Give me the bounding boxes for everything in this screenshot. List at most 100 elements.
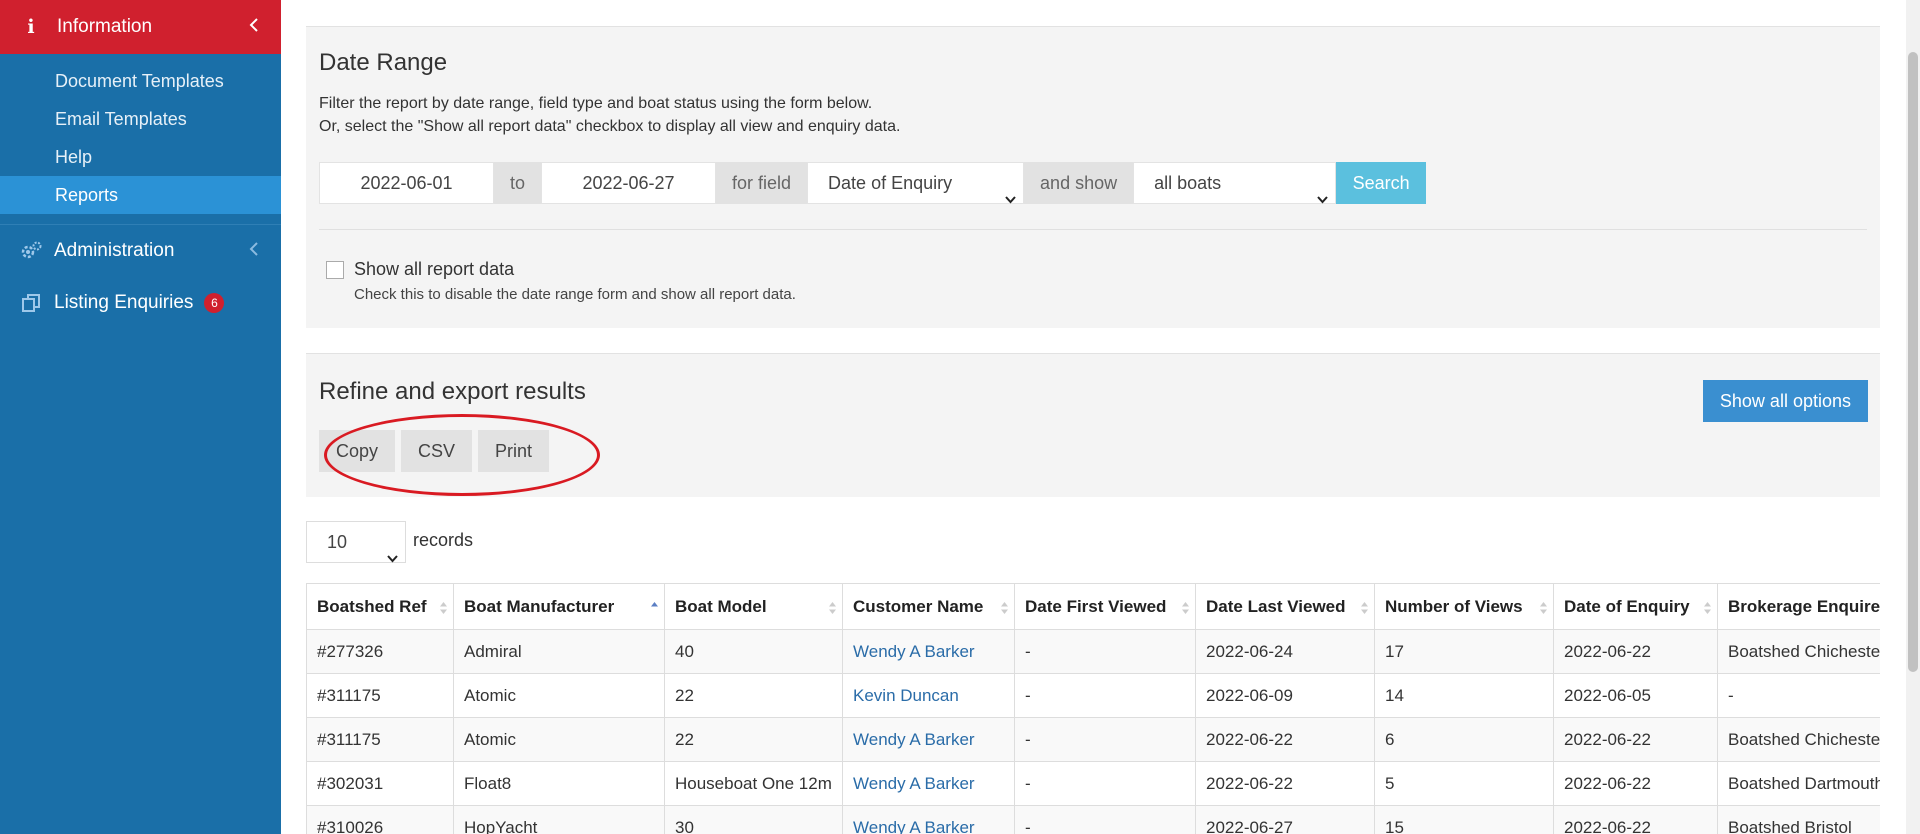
table-header-row: Boatshed Ref Boat Manufacturer Boat Mode… xyxy=(306,583,1880,630)
table-cell: 2022-06-09 xyxy=(1195,673,1375,718)
table-cell: 2022-06-27 xyxy=(1195,805,1375,834)
to-date-input[interactable]: 2022-06-27 xyxy=(541,162,717,204)
show-all-data-checkbox[interactable] xyxy=(326,261,344,279)
print-button[interactable]: Print xyxy=(478,430,550,472)
show-all-data-help: Check this to disable the date range for… xyxy=(354,286,796,303)
table-cell: - xyxy=(1717,673,1880,718)
from-date-input[interactable]: 2022-06-01 xyxy=(319,162,494,204)
field-select-value: Date of Enquiry xyxy=(828,173,953,193)
form-divider xyxy=(319,229,1867,230)
sort-ascending-icon xyxy=(650,600,659,614)
column-header[interactable]: Boatshed Ref xyxy=(306,583,454,630)
nav-listing-enquiries-label: Listing Enquiries xyxy=(54,292,194,313)
sidebar-item-help[interactable]: Help xyxy=(0,138,281,176)
chevron-down-icon xyxy=(387,537,398,563)
refine-export-title: Refine and export results xyxy=(319,378,586,405)
nav-information-label: Information xyxy=(57,16,153,37)
sort-icon xyxy=(828,600,837,614)
show-all-options-button[interactable]: Show all options xyxy=(1702,380,1868,422)
column-header[interactable]: Date of Enquiry xyxy=(1553,583,1718,630)
customer-link[interactable]: Wendy A Barker xyxy=(853,774,975,793)
table-cell: 14 xyxy=(1374,673,1554,718)
column-header[interactable]: Customer Name xyxy=(842,583,1015,630)
scrollbar-thumb[interactable] xyxy=(1908,52,1918,672)
nav-administration[interactable]: Administration xyxy=(0,225,281,277)
sort-icon xyxy=(1360,600,1369,614)
date-range-panel: Date Range Filter the report by date ran… xyxy=(306,26,1880,328)
report-table: Boatshed Ref Boat Manufacturer Boat Mode… xyxy=(306,583,1880,834)
table-cell: Admiral xyxy=(453,629,665,674)
date-range-description: Filter the report by date range, field t… xyxy=(319,92,900,138)
table-cell: #311175 xyxy=(306,717,454,762)
table-cell: - xyxy=(1014,761,1196,806)
nav-information[interactable]: i Information xyxy=(0,0,281,54)
export-button-group: Copy CSV Print xyxy=(319,430,555,472)
table-cell: Wendy A Barker xyxy=(842,805,1015,834)
column-header[interactable]: Date First Viewed xyxy=(1014,583,1196,630)
table-cell: - xyxy=(1014,717,1196,762)
show-all-data-row: Show all report data Check this to disab… xyxy=(326,259,796,303)
info-icon: i xyxy=(27,16,35,38)
table-row: #311175 Atomic 22 Wendy A Barker - 2022-… xyxy=(306,717,1880,762)
table-cell: 2022-06-22 xyxy=(1553,717,1718,762)
customer-link[interactable]: Wendy A Barker xyxy=(853,818,975,834)
description-line-1: Filter the report by date range, field t… xyxy=(319,95,873,112)
table-cell: 6 xyxy=(1374,717,1554,762)
sort-icon xyxy=(1181,600,1190,614)
column-header[interactable]: Number of Views xyxy=(1374,583,1554,630)
table-cell: 17 xyxy=(1374,629,1554,674)
table-cell: #311175 xyxy=(306,673,454,718)
sort-icon xyxy=(1000,600,1009,614)
table-cell: Atomic xyxy=(453,673,665,718)
csv-button[interactable]: CSV xyxy=(401,430,473,472)
boat-status-select[interactable]: all boats xyxy=(1133,162,1337,204)
table-cell: - xyxy=(1014,673,1196,718)
table-cell: 22 xyxy=(664,717,843,762)
table-cell: 2022-06-24 xyxy=(1195,629,1375,674)
sidebar-item-email-templates[interactable]: Email Templates xyxy=(0,100,281,138)
column-header[interactable]: Boat Manufacturer xyxy=(453,583,665,630)
table-cell: 2022-06-22 xyxy=(1195,717,1375,762)
table-cell: Wendy A Barker xyxy=(842,717,1015,762)
records-length-value: 10 xyxy=(327,532,348,552)
table-cell: 15 xyxy=(1374,805,1554,834)
sidebar-item-reports[interactable]: Reports xyxy=(0,176,281,214)
copy-icon xyxy=(20,293,42,313)
page-scrollbar[interactable] xyxy=(1906,0,1920,834)
table-cell: Atomic xyxy=(453,717,665,762)
table-cell: 2022-06-22 xyxy=(1195,761,1375,806)
records-length-select[interactable]: 10 xyxy=(306,521,406,563)
records-length-control: 10 records xyxy=(306,521,473,563)
table-cell: Houseboat One 12m xyxy=(664,761,843,806)
description-line-2: Or, select the "Show all report data" ch… xyxy=(319,118,901,135)
nav-listing-enquiries[interactable]: Listing Enquiries 6 xyxy=(0,277,281,329)
enquiries-count-badge: 6 xyxy=(204,293,225,313)
table-cell: #277326 xyxy=(306,629,454,674)
table-cell: Boatshed Chichester xyxy=(1717,629,1880,674)
sidebar-item-document-templates[interactable]: Document Templates xyxy=(0,62,281,100)
sidebar: i Information Document Templates Email T… xyxy=(0,0,281,834)
search-button[interactable]: Search xyxy=(1336,162,1427,204)
column-header[interactable]: Date Last Viewed xyxy=(1195,583,1375,630)
information-submenu: Document Templates Email Templates Help … xyxy=(0,54,281,214)
column-header[interactable]: Brokerage Enquired xyxy=(1717,583,1880,630)
nav-administration-label: Administration xyxy=(54,240,175,261)
table-row: #310026 HopYacht 30 Wendy A Barker - 202… xyxy=(306,805,1880,834)
table-cell: 2022-06-22 xyxy=(1553,629,1718,674)
table-cell: Wendy A Barker xyxy=(842,629,1015,674)
customer-link[interactable]: Wendy A Barker xyxy=(853,642,975,661)
table-cell: 22 xyxy=(664,673,843,718)
column-header[interactable]: Boat Model xyxy=(664,583,843,630)
customer-link[interactable]: Wendy A Barker xyxy=(853,730,975,749)
table-cell: Wendy A Barker xyxy=(842,761,1015,806)
chevron-down-icon xyxy=(1317,178,1328,204)
and-show-label: and show xyxy=(1024,162,1134,204)
date-range-title: Date Range xyxy=(319,49,448,76)
table-cell: HopYacht xyxy=(453,805,665,834)
field-select[interactable]: Date of Enquiry xyxy=(807,162,1025,204)
gears-icon xyxy=(20,241,42,261)
sort-icon xyxy=(1539,600,1548,614)
show-all-data-label[interactable]: Show all report data xyxy=(354,259,796,280)
copy-button[interactable]: Copy xyxy=(319,430,396,472)
customer-link[interactable]: Kevin Duncan xyxy=(853,686,959,705)
